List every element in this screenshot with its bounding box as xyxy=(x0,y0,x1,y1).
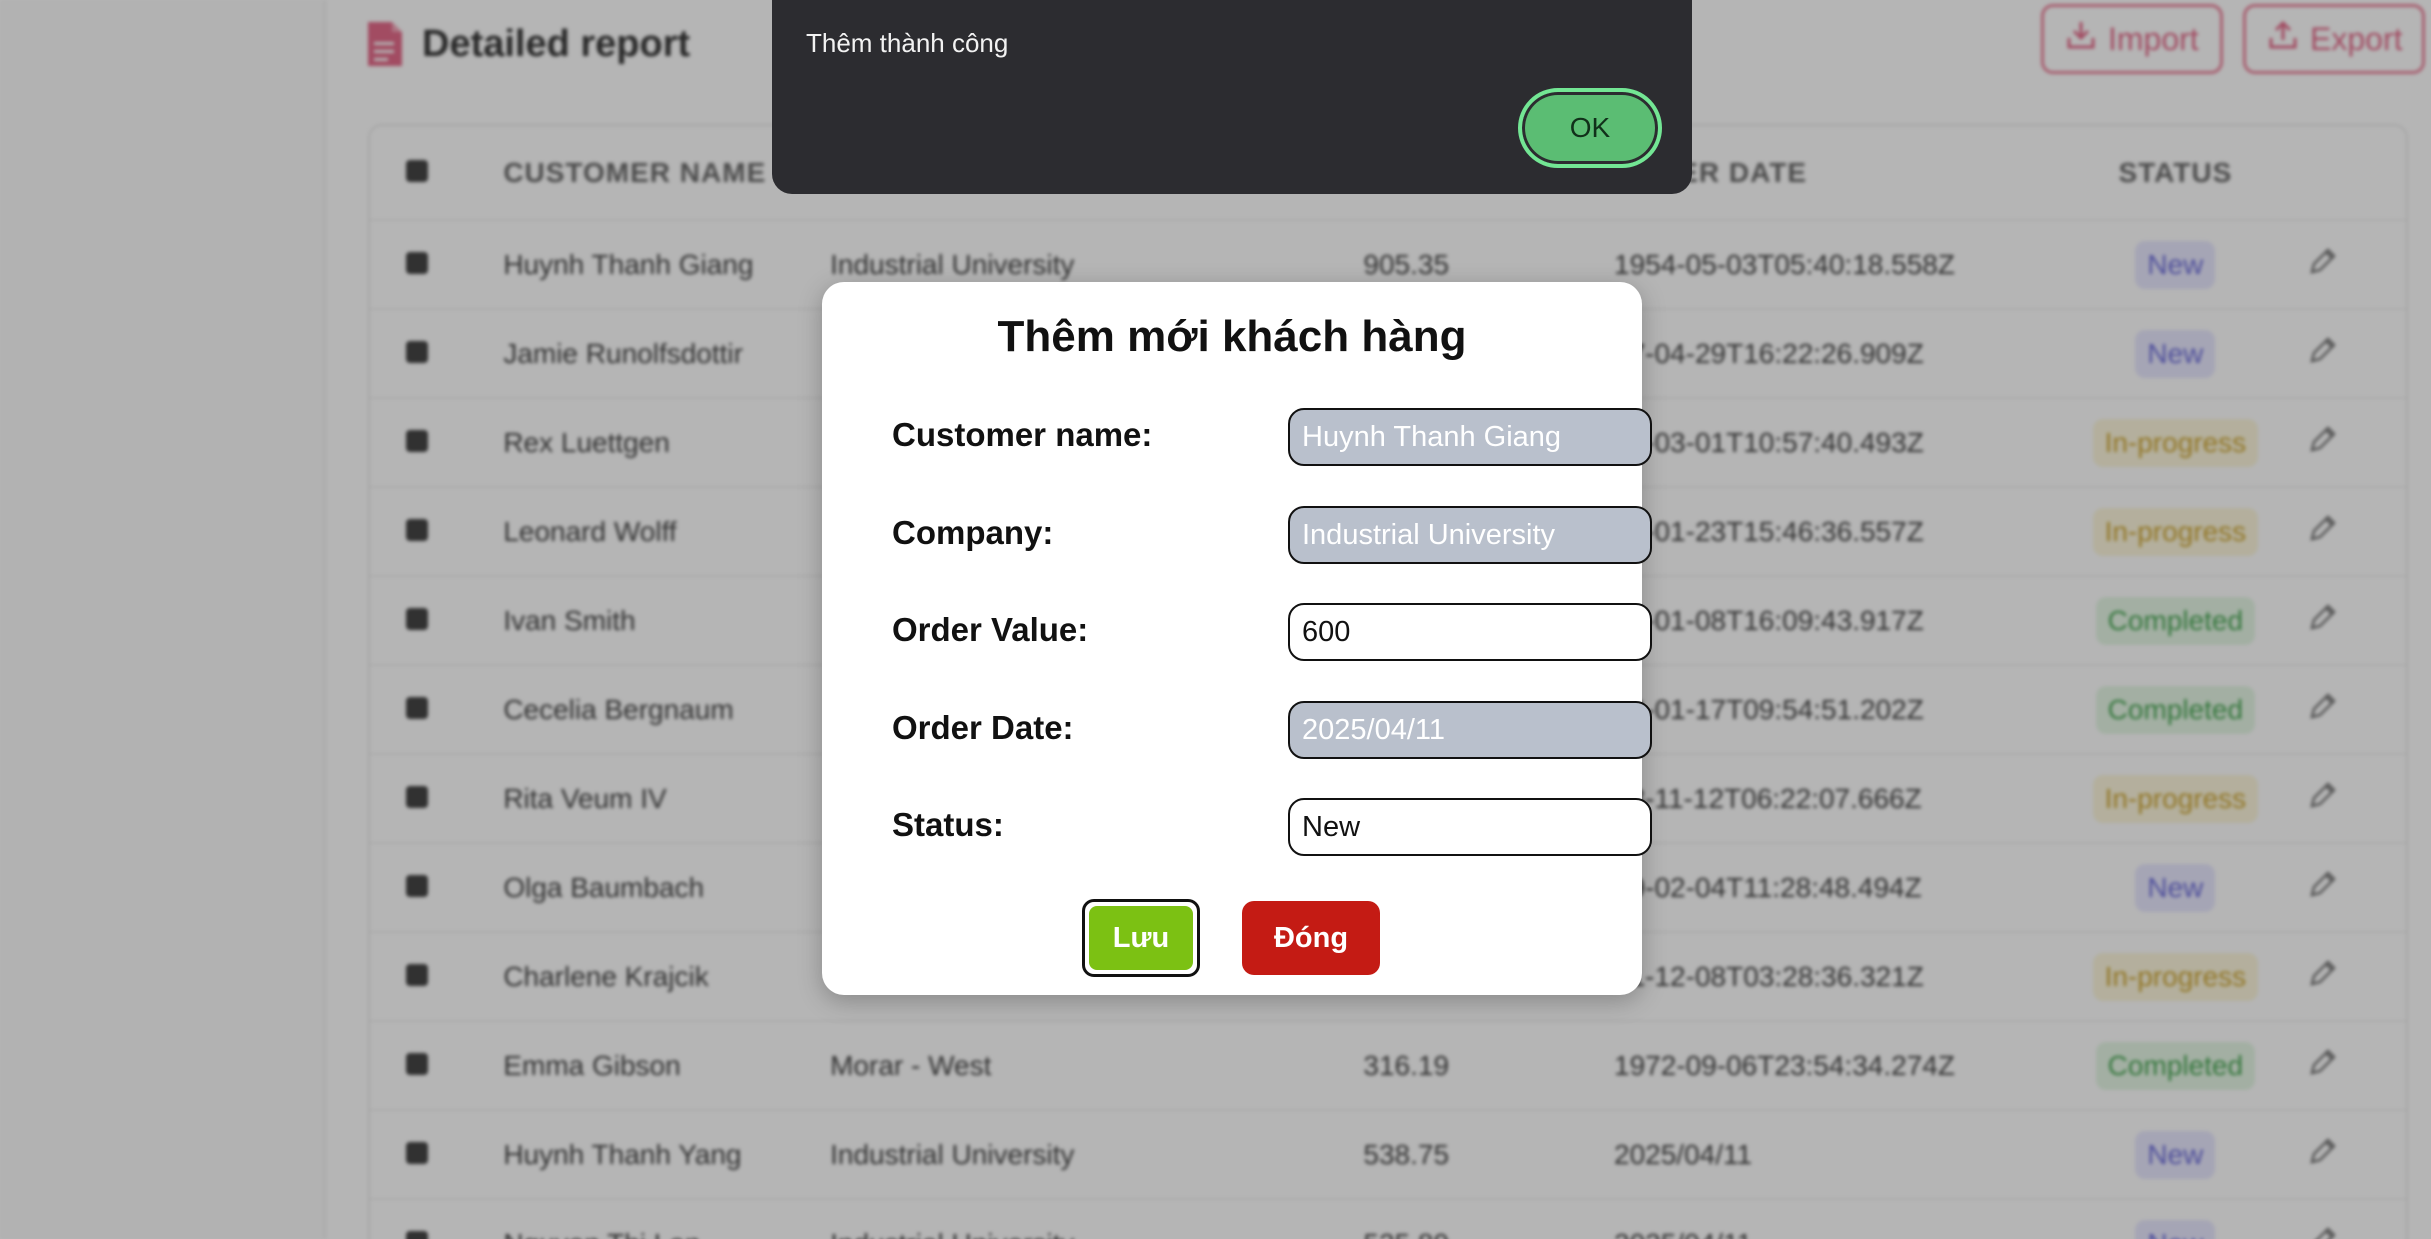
order-value-input[interactable] xyxy=(1288,603,1652,661)
company-input[interactable] xyxy=(1288,506,1652,564)
save-label: Lưu xyxy=(1089,906,1193,970)
add-customer-modal: Thêm mới khách hàng Customer name: Compa… xyxy=(822,282,1652,995)
ok-button[interactable]: OK xyxy=(1518,88,1662,168)
order-date-row: Order Date: xyxy=(892,701,1652,761)
status-label: Status: xyxy=(892,806,1004,843)
status-input[interactable] xyxy=(1288,798,1652,856)
order-value-row: Order Value: xyxy=(892,603,1652,663)
company-row: Company: xyxy=(892,506,1652,566)
close-button[interactable]: Đóng xyxy=(1242,901,1380,975)
company-label: Company: xyxy=(892,514,1054,551)
success-alert-dialog: Thêm thành công OK xyxy=(772,0,1692,194)
order-value-label: Order Value: xyxy=(892,611,1089,648)
alert-message: Thêm thành công xyxy=(806,28,1009,58)
order-date-label: Order Date: xyxy=(892,709,1074,746)
order-date-input[interactable] xyxy=(1288,701,1652,759)
save-button[interactable]: Lưu xyxy=(1082,899,1200,977)
customer-name-row: Customer name: xyxy=(892,408,1652,468)
modal-title: Thêm mới khách hàng xyxy=(997,312,1467,361)
status-row: Status: xyxy=(892,798,1652,858)
customer-name-input[interactable] xyxy=(1288,408,1652,466)
customer-name-label: Customer name: xyxy=(892,416,1153,453)
